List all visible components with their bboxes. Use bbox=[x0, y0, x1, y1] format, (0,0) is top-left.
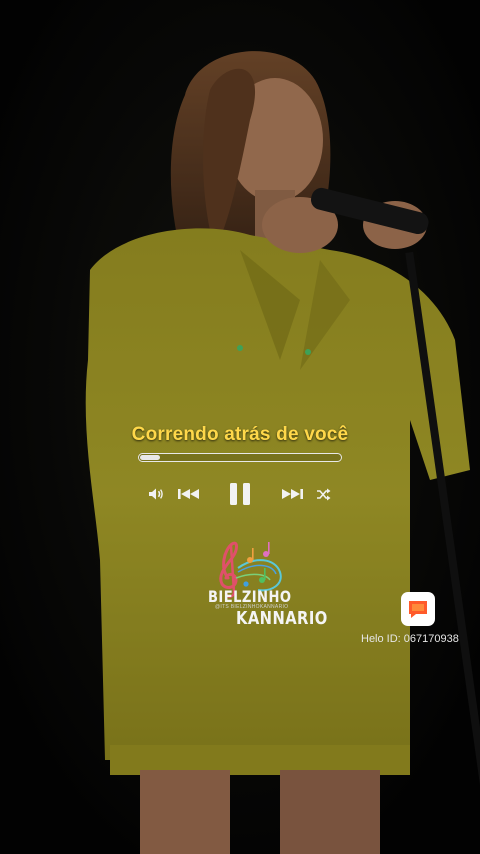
video-stage[interactable]: Correndo atrás de você BIELZINHO @ITS BI… bbox=[0, 0, 480, 854]
player-controls bbox=[0, 476, 480, 512]
lyric-line: Correndo atrás de você bbox=[131, 424, 349, 445]
logo-title-line2: KANNARIO bbox=[236, 608, 328, 629]
progress-bar[interactable] bbox=[138, 453, 342, 462]
progress-fill bbox=[140, 455, 161, 460]
volume-icon[interactable] bbox=[147, 485, 165, 503]
pause-icon[interactable] bbox=[225, 480, 255, 508]
helo-id-watermark: Helo ID: 067170938 bbox=[361, 633, 459, 645]
rewind-icon[interactable] bbox=[176, 485, 202, 503]
fast-forward-icon[interactable] bbox=[279, 485, 305, 503]
shuffle-icon[interactable] bbox=[314, 485, 332, 503]
helo-app-icon[interactable] bbox=[401, 592, 435, 626]
